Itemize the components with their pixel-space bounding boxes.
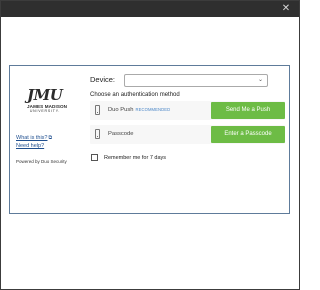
device-row: Device: ⌄	[90, 74, 286, 88]
auth-window: ✕ JMU JAMES MADISON UNIVERSITY. What is …	[0, 0, 300, 290]
send-push-button[interactable]: Send Me a Push	[211, 102, 285, 119]
device-select[interactable]: ⌄	[124, 74, 268, 87]
chevron-down-icon: ⌄	[257, 77, 263, 83]
method-label-passcode: Passcode	[108, 131, 134, 137]
method-row-passcode: Passcode Enter a Passcode	[90, 125, 285, 144]
need-help-link[interactable]: Need help?	[16, 142, 52, 150]
remember-label: Remember me for 7 days	[104, 154, 167, 161]
remember-checkbox[interactable]	[91, 154, 98, 161]
logo-mark: JMU	[27, 86, 63, 104]
method-row-duo-push: Duo Push RECOMMENDED Send Me a Push	[90, 101, 285, 120]
phone-icon	[95, 129, 100, 139]
help-links: What is this?⧉ Need help?	[16, 134, 52, 150]
what-is-this-link[interactable]: What is this?⧉	[16, 134, 52, 142]
close-icon[interactable]: ✕	[279, 2, 293, 16]
external-link-icon: ⧉	[48, 135, 53, 141]
jmu-logo: JMU JAMES MADISON UNIVERSITY.	[27, 86, 77, 114]
enter-passcode-button[interactable]: Enter a Passcode	[211, 126, 285, 143]
window-titlebar: ✕	[1, 1, 299, 17]
method-title: Choose an authentication method	[90, 92, 180, 98]
logo-sub: UNIVERSITY.	[29, 109, 61, 113]
duo-push-label: Duo Push	[108, 107, 134, 113]
powered-by-text: Powered by Duo Security	[16, 159, 67, 164]
brand-panel: JMU JAMES MADISON UNIVERSITY. What is th…	[10, 66, 83, 213]
duo-prompt-frame: JMU JAMES MADISON UNIVERSITY. What is th…	[9, 65, 290, 214]
remember-me[interactable]: Remember me for 7 days	[91, 154, 166, 161]
device-label: Device:	[90, 75, 116, 84]
method-label-duo-push: Duo Push RECOMMENDED	[108, 107, 170, 113]
recommended-badge: RECOMMENDED	[135, 107, 171, 112]
phone-icon	[95, 105, 100, 115]
what-is-this-label: What is this?	[16, 135, 48, 141]
